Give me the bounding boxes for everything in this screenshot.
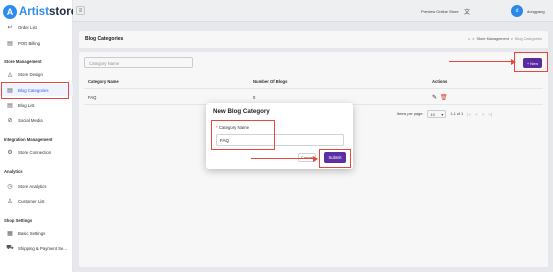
sidebar-item-basic-settings[interactable]: ▦ Basic Settings [0, 227, 73, 239]
sidebar-item-store-connection[interactable]: ⚙ Store Connection [0, 146, 73, 158]
blog-categories-icon: ▤ [7, 87, 13, 94]
shipping-icon: ⛟ [6, 245, 14, 251]
sidebar-item-customer-list[interactable]: ♙ Customer List [0, 195, 73, 207]
sidebar-item-store-design[interactable]: ◬ Store Design [0, 68, 73, 80]
design-icon: ◬ [7, 71, 13, 78]
sidebar-item-blog-categories[interactable]: ▤ Blog Categories [0, 84, 73, 96]
submit-button[interactable]: Submit [324, 152, 346, 163]
required-mark: * [216, 125, 218, 130]
logo-icon: A [3, 4, 17, 19]
logo[interactable]: A Artiststore [3, 3, 77, 20]
settings-icon: ▦ [7, 230, 13, 237]
sidebar-item-shipping-payment[interactable]: ⛟ Shipping & Payment Se... [0, 242, 73, 254]
sidebar-item-order-list[interactable]: ↩ Order List [0, 21, 73, 33]
category-name-label: * Category Name [216, 125, 249, 130]
annotation-arrow-head [313, 155, 318, 162]
annotation-arrow-head [511, 58, 516, 65]
annotation-arrow-line [449, 61, 512, 63]
analytics-icon: ◷ [7, 183, 13, 190]
logo-text-artist: Artist [19, 5, 50, 18]
annotation-arrow-line [251, 158, 314, 160]
section-shop-settings: Shop Settings [4, 218, 33, 223]
customer-icon: ♙ [7, 198, 13, 205]
billing-icon: ▤ [7, 40, 13, 47]
section-analytics: Analytics [4, 169, 23, 174]
sidebar-item-blog-list[interactable]: ▤ Blog List [0, 99, 73, 111]
sidebar-item-social-media[interactable]: ⊘ Social Media [0, 114, 73, 126]
dialog-title: New Blog Category [213, 108, 270, 115]
category-name-input[interactable]: FAQ [216, 134, 344, 146]
sidebar-item-store-analytics[interactable]: ◷ Store Analytics [0, 180, 73, 192]
section-store-management: Store Management [4, 59, 42, 64]
social-media-icon: ⊘ [7, 117, 13, 124]
sidebar-item-pod-billing[interactable]: ▤ POD Billing [0, 37, 73, 49]
blog-list-icon: ▤ [7, 102, 13, 109]
connection-icon: ⚙ [7, 149, 13, 156]
order-icon: ↩ [7, 24, 13, 31]
sidebar: A Artiststore ↩ Order List ▤ POD Billing… [0, 0, 77, 272]
section-integration-management: Integration Management [4, 137, 53, 142]
